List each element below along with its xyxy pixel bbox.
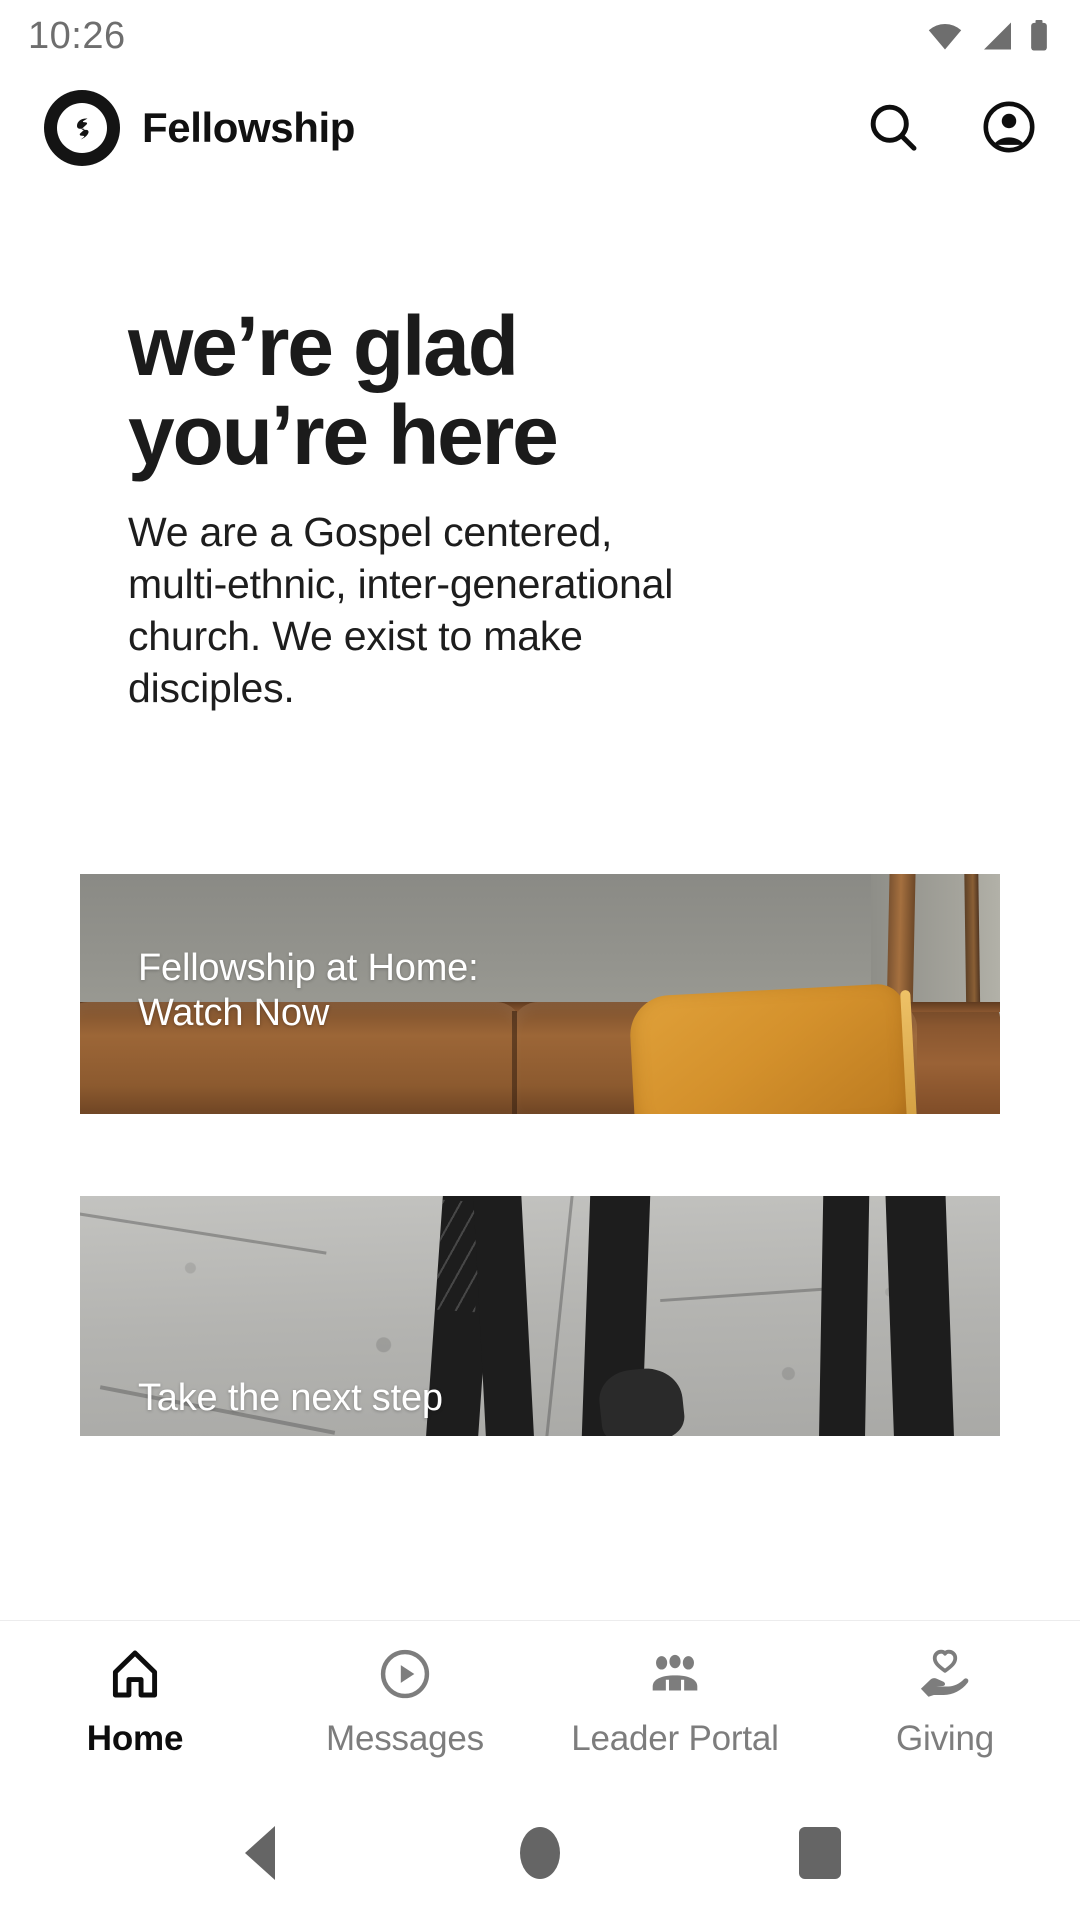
home-button[interactable] bbox=[495, 1808, 585, 1898]
hero-title-line-1: we’re glad bbox=[128, 299, 519, 393]
search-button[interactable] bbox=[860, 95, 926, 161]
page-title: we’re glad you’re here bbox=[128, 299, 1020, 483]
card-caption-line-2: Watch Now bbox=[138, 992, 330, 1035]
card-take-the-next-step[interactable]: Take the next step bbox=[80, 1196, 1000, 1437]
wifi-icon bbox=[926, 21, 964, 51]
brand[interactable]: Fellowship bbox=[44, 90, 355, 166]
main-content[interactable]: we’re glad you’re here We are a Gospel c… bbox=[0, 184, 1080, 1620]
card-list: Fellowship at Home: Watch Now Take the n… bbox=[0, 874, 1080, 1437]
status-clock: 10:26 bbox=[28, 14, 126, 57]
header-actions bbox=[860, 95, 1042, 161]
hand-heart-icon bbox=[916, 1643, 974, 1705]
cellular-signal-icon bbox=[978, 21, 1014, 51]
scroll-fade bbox=[0, 1606, 1080, 1620]
tab-giving[interactable]: Giving bbox=[810, 1643, 1080, 1759]
tab-label-giving: Giving bbox=[895, 1719, 994, 1758]
play-circle-icon bbox=[377, 1643, 433, 1705]
status-bar: 10:26 bbox=[0, 0, 1080, 72]
search-icon bbox=[865, 99, 921, 158]
account-circle-icon bbox=[980, 98, 1038, 159]
app-header: Fellowship bbox=[0, 72, 1080, 184]
card-fellowship-at-home[interactable]: Fellowship at Home: Watch Now bbox=[80, 874, 1000, 1115]
card-caption-line-1: Take the next step bbox=[138, 1377, 443, 1420]
status-icon-group bbox=[926, 20, 1050, 52]
bottom-tab-bar: Home Messages Leader Portal Giving bbox=[0, 1620, 1080, 1786]
tab-home[interactable]: Home bbox=[0, 1643, 270, 1759]
tab-label-messages: Messages bbox=[326, 1719, 484, 1758]
app-screen: 10:26 Fellowship we’re glad you’re here … bbox=[0, 0, 1080, 1920]
back-button[interactable] bbox=[215, 1808, 305, 1898]
hero-section: we’re glad you’re here We are a Gospel c… bbox=[0, 184, 1080, 714]
back-triangle-icon bbox=[245, 1826, 275, 1880]
card-caption-line-1: Fellowship at Home: bbox=[138, 947, 479, 990]
recents-square-icon bbox=[799, 1827, 841, 1879]
hero-body-text: We are a Gospel centered, multi-ethnic, … bbox=[128, 509, 674, 712]
tab-leader-portal[interactable]: Leader Portal bbox=[540, 1643, 810, 1759]
tab-label-home: Home bbox=[86, 1719, 184, 1758]
battery-icon bbox=[1028, 20, 1050, 52]
people-group-icon bbox=[646, 1643, 704, 1705]
account-button[interactable] bbox=[976, 95, 1042, 161]
fellowship-logo-icon bbox=[44, 90, 120, 166]
android-system-nav bbox=[0, 1786, 1080, 1920]
home-circle-icon bbox=[520, 1827, 560, 1879]
tab-label-leader-portal: Leader Portal bbox=[571, 1719, 779, 1758]
home-icon bbox=[107, 1643, 163, 1705]
app-title: Fellowship bbox=[142, 104, 356, 151]
tab-messages[interactable]: Messages bbox=[270, 1643, 540, 1759]
recents-button[interactable] bbox=[775, 1808, 865, 1898]
hero-title-line-2: you’re here bbox=[128, 388, 559, 483]
card-caption: Take the next step bbox=[138, 1376, 443, 1421]
card-caption: Fellowship at Home: Watch Now bbox=[138, 946, 479, 1036]
